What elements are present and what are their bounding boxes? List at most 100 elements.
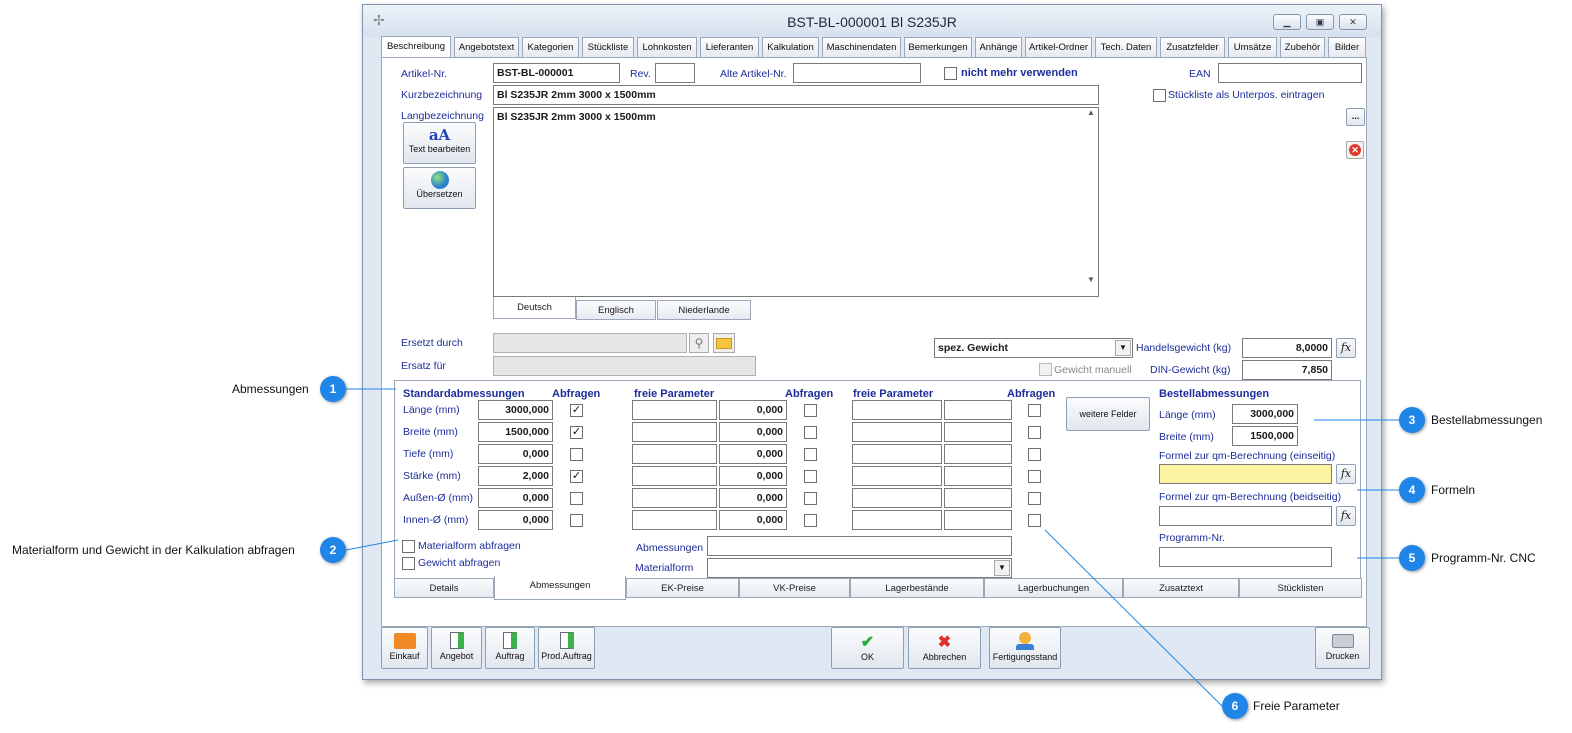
stueckliste-unterpos-checkbox[interactable] xyxy=(1153,89,1166,102)
freie-param-value-input[interactable]: 0,000 xyxy=(719,400,787,420)
ok-button[interactable]: ✔ OK xyxy=(831,627,904,669)
tab-zusatzfelder[interactable]: Zusatzfelder xyxy=(1160,37,1225,57)
scroll-up-icon[interactable]: ▲ xyxy=(1084,108,1098,117)
freie-param2-value-input[interactable] xyxy=(944,422,1012,442)
key-icon[interactable]: ⚲ xyxy=(689,333,709,353)
freie-param-name-input[interactable] xyxy=(632,466,717,486)
formel-einseitig-fx-button[interactable]: fx xyxy=(1336,464,1356,484)
dim-value-input[interactable]: 0,000 xyxy=(478,488,553,508)
dim-abfragen-checkbox[interactable] xyxy=(570,448,583,461)
freie-param2-name-input[interactable] xyxy=(852,510,942,530)
lang-tab-englisch[interactable]: Englisch xyxy=(576,300,656,320)
freie-param-value-input[interactable]: 0,000 xyxy=(719,510,787,530)
handelsgewicht-fx-button[interactable]: fx xyxy=(1336,338,1356,358)
close-button[interactable]: ✕ xyxy=(1339,14,1367,30)
freie-param-name-input[interactable] xyxy=(632,422,717,442)
scroll-down-icon[interactable]: ▼ xyxy=(1084,275,1098,284)
tab-bilder[interactable]: Bilder xyxy=(1328,37,1366,57)
materialform-abfragen-checkbox[interactable] xyxy=(402,540,415,553)
abbrechen-button[interactable]: ✖ Abbrechen xyxy=(908,627,981,669)
weitere-felder-button[interactable]: weitere Felder xyxy=(1066,397,1150,431)
rev-input[interactable] xyxy=(655,63,695,83)
ersatz-fuer-input[interactable] xyxy=(493,356,756,376)
minimize-button[interactable]: ▁ xyxy=(1273,14,1301,30)
drucken-button[interactable]: Drucken xyxy=(1315,627,1370,669)
tab-beschreibung[interactable]: Beschreibung xyxy=(381,36,451,58)
freie-param2-name-input[interactable] xyxy=(852,444,942,464)
bottom-tab-lagerbestaende[interactable]: Lagerbestände xyxy=(850,578,984,598)
freie-param-name-input[interactable] xyxy=(632,444,717,464)
bottom-tab-abmessungen[interactable]: Abmessungen xyxy=(494,576,626,600)
freie-param2-abfragen-checkbox[interactable] xyxy=(1028,448,1041,461)
folder-icon[interactable] xyxy=(713,333,735,353)
dim-value-input[interactable]: 1500,000 xyxy=(478,422,553,442)
freie-param-name-input[interactable] xyxy=(632,400,717,420)
freie-param2-abfragen-checkbox[interactable] xyxy=(1028,404,1041,417)
lang-tab-niederlande[interactable]: Niederlande xyxy=(657,300,751,320)
programm-nr-input[interactable] xyxy=(1159,547,1332,567)
formel-einseitig-input[interactable] xyxy=(1159,464,1332,484)
dim-abfragen-checkbox-checked[interactable]: ✓ xyxy=(570,470,583,483)
freie-param2-value-input[interactable] xyxy=(944,400,1012,420)
tab-kalkulation[interactable]: Kalkulation xyxy=(762,37,819,57)
tab-lieferanten[interactable]: Lieferanten xyxy=(700,37,759,57)
materialform-select[interactable] xyxy=(707,558,1012,578)
dim-value-input[interactable]: 0,000 xyxy=(478,510,553,530)
dim-value-input[interactable]: 2,000 xyxy=(478,466,553,486)
delete-icon[interactable]: ✕ xyxy=(1346,141,1364,159)
dim-abfragen-checkbox[interactable] xyxy=(570,492,583,505)
dim-value-input[interactable]: 0,000 xyxy=(478,444,553,464)
freie-param2-value-input[interactable] xyxy=(944,510,1012,530)
freie-param-abfragen-checkbox[interactable] xyxy=(804,514,817,527)
tab-maschinendaten[interactable]: Maschinendaten xyxy=(822,37,901,57)
freie-param-abfragen-checkbox[interactable] xyxy=(804,426,817,439)
tab-tech-daten[interactable]: Tech. Daten xyxy=(1095,37,1157,57)
tab-umsaetze[interactable]: Umsätze xyxy=(1228,37,1277,57)
angebot-button[interactable]: Angebot xyxy=(431,627,482,669)
freie-param-value-input[interactable]: 0,000 xyxy=(719,444,787,464)
gewicht-abfragen-checkbox[interactable] xyxy=(402,557,415,570)
freie-param-abfragen-checkbox[interactable] xyxy=(804,448,817,461)
freie-param-value-input[interactable]: 0,000 xyxy=(719,488,787,508)
bestell-laenge-input[interactable]: 3000,000 xyxy=(1232,404,1298,424)
freie-param-abfragen-checkbox[interactable] xyxy=(804,492,817,505)
freie-param-name-input[interactable] xyxy=(632,488,717,508)
lang-tab-deutsch[interactable]: Deutsch xyxy=(493,297,576,319)
freie-param2-value-input[interactable] xyxy=(944,466,1012,486)
dim-abfragen-checkbox-checked[interactable]: ✓ xyxy=(570,426,583,439)
ersetzt-durch-input[interactable] xyxy=(493,333,687,353)
freie-param2-name-input[interactable] xyxy=(852,400,942,420)
freie-param-name-input[interactable] xyxy=(632,510,717,530)
freie-param-value-input[interactable]: 0,000 xyxy=(719,466,787,486)
freie-param2-abfragen-checkbox[interactable] xyxy=(1028,470,1041,483)
abmessungen-input[interactable] xyxy=(707,536,1012,556)
tab-zubehoer[interactable]: Zubehör xyxy=(1280,37,1325,57)
tab-stueckliste[interactable]: Stückliste xyxy=(582,37,634,57)
tab-lohnkosten[interactable]: Lohnkosten xyxy=(637,37,697,57)
maximize-button[interactable]: ▣ xyxy=(1306,14,1334,30)
artikel-nr-input[interactable]: BST-BL-000001 xyxy=(493,63,620,83)
bottom-tab-zusatztext[interactable]: Zusatztext xyxy=(1123,578,1239,598)
alte-artikel-nr-input[interactable] xyxy=(793,63,921,83)
freie-param2-value-input[interactable] xyxy=(944,488,1012,508)
freie-param2-abfragen-checkbox[interactable] xyxy=(1028,514,1041,527)
bottom-tab-details[interactable]: Details xyxy=(394,578,494,598)
more-dots-button[interactable]: ... xyxy=(1346,108,1365,126)
ean-input[interactable] xyxy=(1218,63,1362,83)
gewicht-manuell-checkbox[interactable] xyxy=(1039,363,1052,376)
uebersetzen-button[interactable]: Übersetzen xyxy=(403,167,476,209)
fertigungsstand-button[interactable]: Fertigungsstand xyxy=(989,627,1061,669)
freie-param2-name-input[interactable] xyxy=(852,488,942,508)
freie-param2-abfragen-checkbox[interactable] xyxy=(1028,492,1041,505)
chevron-down-icon[interactable]: ▼ xyxy=(1115,340,1131,356)
tab-artikel-ordner[interactable]: Artikel-Ordner xyxy=(1025,37,1092,57)
formel-beidseitig-fx-button[interactable]: fx xyxy=(1336,506,1356,526)
auftrag-button[interactable]: Auftrag xyxy=(485,627,535,669)
textarea-scrollbar[interactable]: ▲ ▼ xyxy=(1084,108,1098,296)
tab-angebotstext[interactable]: Angebotstext xyxy=(454,37,519,57)
tab-bemerkungen[interactable]: Bemerkungen xyxy=(904,37,972,57)
formel-beidseitig-input[interactable] xyxy=(1159,506,1332,526)
handelsgewicht-input[interactable]: 8,0000 xyxy=(1242,338,1332,358)
einkauf-button[interactable]: Einkauf xyxy=(381,627,428,669)
dim-abfragen-checkbox[interactable] xyxy=(570,514,583,527)
